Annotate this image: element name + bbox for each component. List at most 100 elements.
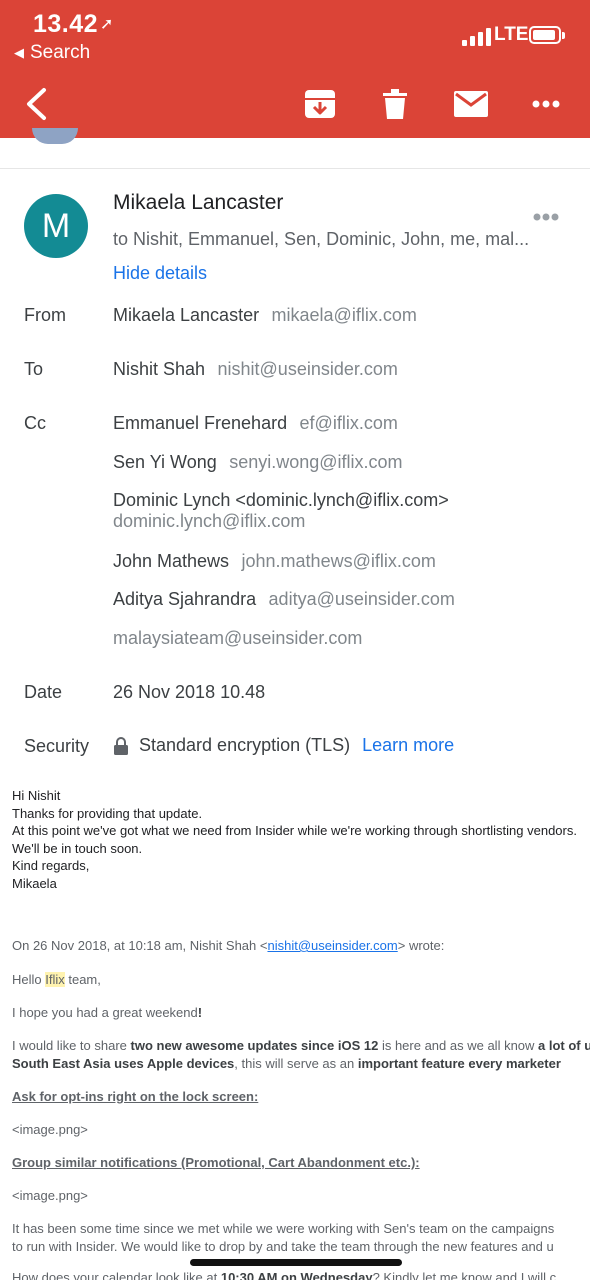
date-value: 26 Nov 2018 10.48 <box>113 682 273 703</box>
signal-strength-icon <box>462 26 491 46</box>
share-bold: South East Asia uses Apple devices <box>12 1055 235 1071</box>
message-more-button[interactable] <box>533 200 559 228</box>
highlighted-word: Iflix <box>45 972 65 987</box>
greeting-suffix: team, <box>64 972 101 987</box>
divider <box>0 168 590 169</box>
greeting-prefix: Hello <box>12 972 46 987</box>
date-text: 26 Nov 2018 10.48 <box>113 682 266 702</box>
calendar-text: ? Kindly let me know and I will c <box>372 1270 557 1280</box>
quoted-header-suffix: > wrote: <box>397 938 445 953</box>
cc-email[interactable]: aditya@useinsider.com <box>269 589 455 609</box>
message-body: Hi Nishit Thanks for providing that upda… <box>12 787 590 892</box>
to-label: To <box>24 359 44 379</box>
hide-details-link[interactable]: Hide details <box>113 263 207 284</box>
from-name: Mikaela Lancaster <box>113 305 260 325</box>
meeting-line: to run with Insider. We would like to dr… <box>12 1238 554 1254</box>
quoted-share-paragraph: I would like to share two new awesome up… <box>12 1037 590 1072</box>
recipients-summary: to Nishit, Emmanuel, Sen, Dominic, John,… <box>113 229 530 249</box>
security-row: Standard encryption (TLS) Learn more <box>113 735 454 756</box>
body-line: Mikaela <box>12 875 57 891</box>
learn-more-link[interactable]: Learn more <box>362 735 454 756</box>
mark-unread-button[interactable] <box>450 82 492 126</box>
to-row: Nishit Shah nishit@useinsider.com <box>113 359 398 380</box>
cc-email[interactable]: ef@iflix.com <box>300 413 398 433</box>
cc-email[interactable]: malaysiateam@useinsider.com <box>113 628 362 648</box>
cc-row: Sen Yi Wong senyi.wong@iflix.com <box>113 452 403 473</box>
cc-row: malaysiateam@useinsider.com <box>113 628 362 649</box>
body-line: Kind regards, <box>12 858 90 873</box>
more-dots-icon <box>532 100 560 108</box>
quoted-meeting-paragraph: It has been some time since we met while… <box>12 1220 590 1255</box>
cc-row: Aditya Sjahrandra aditya@useinsider.com <box>113 589 455 610</box>
status-time: 13.42 <box>33 10 99 38</box>
previous-message-avatar <box>32 128 78 144</box>
quoted-sender-email-link[interactable]: nishit@useinsider.com <box>267 938 397 953</box>
back-app-label: Search <box>30 42 91 63</box>
location-arrow-icon: ➚ <box>100 16 114 33</box>
back-to-search-link[interactable]: ◀ Search <box>14 42 90 64</box>
cc-row: Emmanuel Frenehard ef@iflix.com <box>113 413 398 434</box>
cc-name: Emmanuel Frenehard <box>113 413 288 433</box>
network-type: LTE <box>494 24 529 45</box>
image-attachment-placeholder: <image.png> <box>12 1122 88 1137</box>
from-label: From <box>24 305 66 325</box>
optin-heading: Ask for opt-ins right on the lock screen… <box>12 1088 590 1106</box>
weekend-bang: ! <box>197 1005 203 1020</box>
calendar-bold: 10:30 AM on Wednesday <box>220 1270 373 1280</box>
optin-heading-text: Ask for opt-ins right on the lock screen… <box>12 1089 259 1104</box>
cc-email[interactable]: john.mathews@iflix.com <box>242 551 436 571</box>
more-options-button[interactable] <box>528 82 564 126</box>
quoted-weekend: I hope you had a great weekend! <box>12 1004 590 1022</box>
trash-icon <box>383 89 407 119</box>
sender-avatar: M <box>24 194 88 258</box>
back-button[interactable] <box>18 82 54 126</box>
cc-name: Sen Yi Wong <box>113 452 217 472</box>
more-dots-icon <box>533 213 559 221</box>
body-line: We'll be in touch soon. <box>12 840 143 856</box>
cc-row: Dominic Lynch <dominic.lynch@iflix.com> … <box>113 490 457 532</box>
cc-name: John Mathews <box>113 551 230 571</box>
archive-icon <box>305 90 335 118</box>
from-row: Mikaela Lancaster mikaela@iflix.com <box>113 305 417 326</box>
home-indicator[interactable] <box>190 1259 402 1266</box>
quoted-header: On 26 Nov 2018, at 10:18 am, Nishit Shah… <box>12 938 590 953</box>
cc-email[interactable]: senyi.wong@iflix.com <box>229 452 402 472</box>
cc-name: Aditya Sjahrandra <box>113 589 257 609</box>
delete-button[interactable] <box>377 82 413 126</box>
quoted-greeting: Hello Iflix team, <box>12 971 590 989</box>
lock-icon <box>114 736 128 755</box>
share-bold: a lot of users in <box>538 1038 590 1053</box>
quoted-calendar-line: How does your calendar look like at 10:3… <box>12 1269 590 1280</box>
meeting-line: It has been some time since we met while… <box>12 1221 555 1236</box>
app-header: 13.42 ➚ ◀ Search LTE <box>0 0 590 138</box>
chevron-left-icon <box>27 88 46 120</box>
cc-label: Cc <box>24 413 46 433</box>
body-line: Thanks for providing that update. <box>12 805 203 821</box>
to-name: Nishit Shah <box>113 359 206 379</box>
group-heading-text: Group similar notifications (Promotional… <box>12 1155 420 1170</box>
security-label: Security <box>24 736 90 756</box>
back-triangle-icon: ◀ <box>14 45 24 60</box>
to-email[interactable]: nishit@useinsider.com <box>218 359 398 379</box>
sender-name: Mikaela Lancaster <box>113 191 284 214</box>
group-heading: Group similar notifications (Promotional… <box>12 1154 590 1172</box>
weekend-text: I hope you had a great weekend <box>12 1005 198 1020</box>
from-email[interactable]: mikaela@iflix.com <box>272 305 417 325</box>
image-attachment-placeholder: <image.png> <box>12 1188 88 1203</box>
share-text: I would like to share <box>12 1038 131 1053</box>
share-bold: important feature every marketer <box>357 1055 561 1071</box>
share-text: is here and as we all know <box>378 1038 539 1053</box>
calendar-text: How does your calendar look like at <box>12 1270 221 1280</box>
date-label: Date <box>24 682 63 702</box>
cc-email[interactable]: dominic.lynch@iflix.com <box>113 511 457 532</box>
share-text: , this will serve as an <box>234 1055 358 1071</box>
mail-icon <box>454 91 488 117</box>
body-line: Hi Nishit <box>12 788 61 803</box>
security-text: Standard encryption (TLS) <box>139 735 351 755</box>
body-line: At this point we've got what we need fro… <box>12 823 577 838</box>
cc-name: Dominic Lynch <dominic.lynch@iflix.com> <box>113 490 449 510</box>
quoted-header-prefix: On 26 Nov 2018, at 10:18 am, Nishit Shah… <box>12 938 268 953</box>
archive-button[interactable] <box>300 82 340 126</box>
share-bold: two new awesome updates since iOS 12 <box>130 1038 379 1053</box>
cc-row: John Mathews john.mathews@iflix.com <box>113 551 436 572</box>
